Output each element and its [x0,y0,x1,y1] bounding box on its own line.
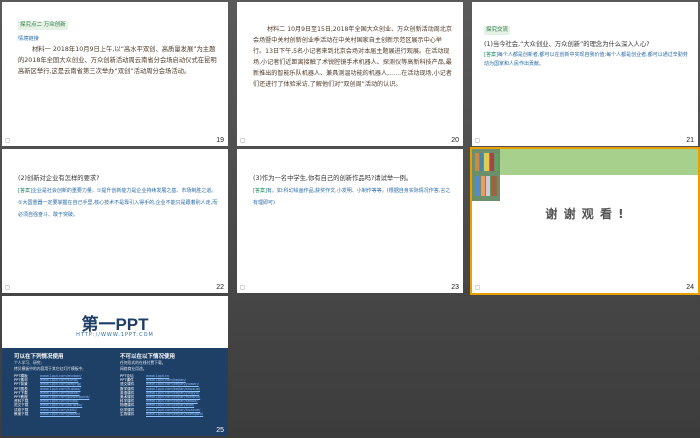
section-subtag: 情境链接 [18,36,39,42]
slide-body-text: 材料一 2018年10月9日上午,以“高水平双创、高质量发展”为主题的2018年… [18,46,217,76]
question-text: (3)作为一名中学生,你有自己的创新作品吗?请试举一例。 [253,175,413,182]
answer-body: 企业是社会创新的重要力量。①提升创新能力是企业持续发展之基、市场制胜之道。②大国… [18,188,218,218]
slide-number: 22 [216,284,224,291]
question-text: (2)创新对企业有怎样的要求? [18,175,100,182]
comment-icon[interactable]: ◻ [240,284,245,291]
slide-body-text: 材料二 10月9日至15日,2018年全国大众创业、万众创新活动周北京会场暨中关… [253,26,453,88]
answer-body: 每个人都是创新者,都可以在创新中实现自我价值;每个人都是创业者,都可以通过辛勤劳… [484,52,688,67]
slide-number: 25 [216,427,224,434]
slide-number: 21 [686,137,694,144]
section-tag: 探究交流 [484,26,511,35]
slide-thumbnail-25[interactable]: 第一PPT HTTP://WWW.1PPT.COM 可以在下列情况使用 个人学习… [2,296,228,436]
link-row: 生物课件 www.1ppt.com/kejian/shengwu/ [120,412,220,416]
disallowed-sub-2: 网络商业用途。 [120,365,147,371]
section-tag: 探究点二 万众创新 [18,21,68,30]
link-url[interactable]: www.1ppt.com/kejian/shengwu/ [146,412,203,416]
allowed-sub-2: 拷贝模板中的内容用于其它幻灯片模板中; [14,365,84,371]
disallowed-title: 不可以在以下情况使用 [120,354,176,360]
slide-thumbnail-23[interactable]: (3)作为一名中学生,你有自己的创新作品吗?请试举一例。 [答案]有。如:科幻绘… [237,149,463,293]
answer-text: [答案]每个人都是创新者,都可以在创新中实现自我价值;每个人都是创业者,都可以通… [484,51,690,69]
comment-icon[interactable]: ◻ [5,284,10,291]
slide-number: 24 [686,284,694,291]
link-url[interactable]: www.1ppt.com/jiaoan/ [40,412,80,416]
link-label: 教案下载 [14,411,29,416]
thanks-text: 谢 谢 观 看 ! [545,207,625,221]
question-text: (1)当今社会,“大众创业、万众创新”的理念为什么深入人心? [484,41,650,48]
allowed-title: 可以在下列情况使用 [14,354,64,360]
disallowed-links: PPT论坛 www.1ppt.cn PPT课件 www.1ppt.com/kejian… [120,374,220,416]
answer-text: [答案]有。如:科幻绘画作品,获奖作文,小发明、小制作等等。(根据自身实际情况作… [253,185,453,209]
slide-thumbnail-21[interactable]: 探究交流 (1)当今社会,“大众创业、万众创新”的理念为什么深入人心? [答案]… [472,2,698,146]
slide-number: 20 [451,137,459,144]
comment-icon[interactable]: ◻ [475,137,480,144]
slide-thumbnail-20[interactable]: 材料二 10月9日至15日,2018年全国大众创业、万众创新活动周北京会场暨中关… [237,2,463,146]
green-banner [472,149,698,175]
link-row: 教案下载 www.1ppt.com/jiaoan/ [14,412,109,416]
slide-thumbnail-24[interactable]: 谢 谢 观 看 ! ◻ 24 [470,147,700,295]
slide-number: 23 [451,284,459,291]
info-panel: 可以在下列情况使用 个人学习、研究; 拷贝模板中的内容用于其它幻灯片模板中; P… [2,348,228,436]
answer-text: [答案]企业是社会创新的重要力量。①提升创新能力是企业持续发展之基、市场制胜之道… [18,185,218,221]
allowed-column: 可以在下列情况使用 个人学习、研究; 拷贝模板中的内容用于其它幻灯片模板中; P… [14,352,109,416]
logo-area: 第一PPT HTTP://WWW.1PPT.COM [2,296,228,348]
bookshelf-image [472,149,500,201]
answer-label: [答案] [18,188,32,194]
answer-label: [答案] [253,188,267,194]
comment-icon[interactable]: ◻ [5,137,10,144]
link-label: 生物课件 [120,411,135,416]
comment-icon[interactable]: ◻ [240,137,245,144]
logo-url: HTTP://WWW.1PPT.COM [76,332,154,338]
answer-label: [答案] [484,52,498,58]
disallowed-column: 不可以在以下情况使用 任何形式的在线付费下载。 网络商业用途。 PPT论坛 www… [120,352,220,416]
slide-thumbnail-22[interactable]: (2)创新对企业有怎样的要求? [答案]企业是社会创新的重要力量。①提升创新能力… [2,149,228,293]
slide-number: 19 [216,137,224,144]
slide-thumbnail-19[interactable]: 探究点二 万众创新 情境链接 材料一 2018年10月9日上午,以“高水平双创、… [2,2,228,146]
allowed-links: PPT模板 www.1ppt.com/moban/PPT素材 www.1ppt.co… [14,374,109,416]
answer-body: 有。如:科幻绘画作品,获奖作文,小发明、小制作等等。(根据自身实际情况作答,言之… [253,188,451,206]
comment-icon[interactable]: ◻ [475,284,480,291]
